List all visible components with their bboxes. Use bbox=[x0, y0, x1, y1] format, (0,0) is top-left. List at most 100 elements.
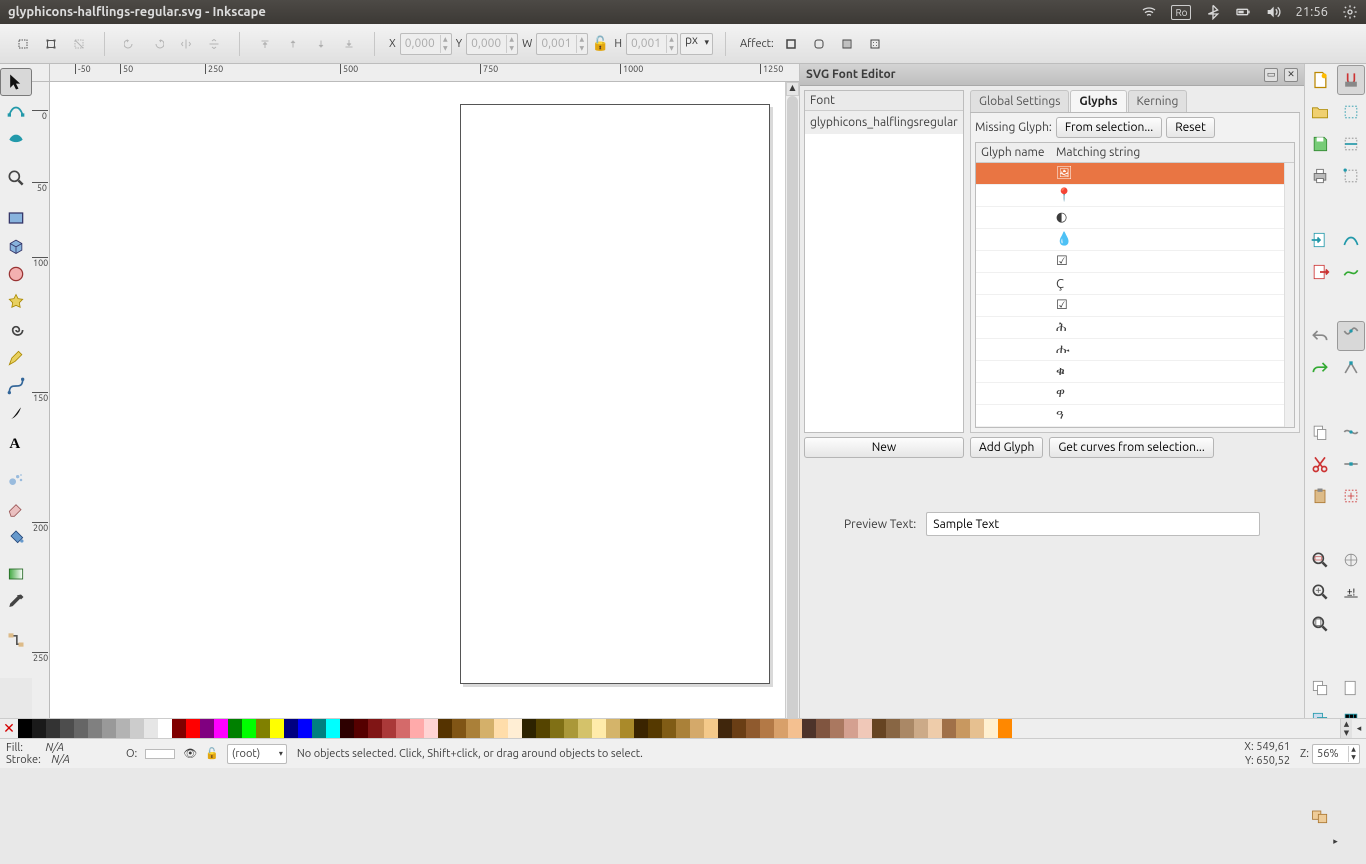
redo-button[interactable] bbox=[1306, 353, 1335, 383]
vertical-scrollbar[interactable]: ▲▼ bbox=[785, 82, 799, 752]
layer-lock-icon[interactable]: 🔓 bbox=[205, 747, 219, 760]
palette-menu-icon[interactable]: ◂ bbox=[1352, 719, 1366, 738]
volume-icon[interactable] bbox=[1265, 4, 1281, 20]
glyph-row[interactable]: 📍 bbox=[976, 185, 1294, 207]
panel-close-icon[interactable]: ✕ bbox=[1284, 68, 1298, 82]
snap-cusp-node-button[interactable] bbox=[1337, 353, 1366, 383]
color-swatch[interactable] bbox=[718, 719, 732, 738]
no-color-swatch[interactable]: ✕ bbox=[0, 719, 18, 738]
zoom-drawing-button[interactable] bbox=[1306, 577, 1335, 607]
snap-node-button[interactable] bbox=[1337, 225, 1366, 255]
select-all-layers-button[interactable] bbox=[10, 31, 36, 57]
copy-button[interactable] bbox=[1306, 417, 1335, 447]
wifi-icon[interactable] bbox=[1141, 4, 1157, 20]
panel-minimize-icon[interactable]: ▭ bbox=[1264, 68, 1278, 82]
color-swatch[interactable] bbox=[102, 719, 116, 738]
color-swatch[interactable] bbox=[914, 719, 928, 738]
spiral-tool[interactable] bbox=[0, 316, 32, 344]
print-button[interactable] bbox=[1306, 161, 1335, 191]
color-swatch[interactable] bbox=[452, 719, 466, 738]
snap-smooth-node-button[interactable] bbox=[1337, 417, 1366, 447]
rotate-ccw-button[interactable] bbox=[117, 31, 143, 57]
snap-toggle-button[interactable] bbox=[1337, 65, 1366, 95]
paint-bucket-tool[interactable] bbox=[0, 522, 32, 550]
toolbar-overflow-icon[interactable]: ▸ bbox=[1305, 832, 1366, 864]
3d-box-tool[interactable] bbox=[0, 232, 32, 260]
color-swatch[interactable] bbox=[508, 719, 522, 738]
glyph-row[interactable]: ዓ bbox=[976, 405, 1294, 427]
rotate-cw-button[interactable] bbox=[145, 31, 171, 57]
color-swatch[interactable] bbox=[928, 719, 942, 738]
color-swatch[interactable] bbox=[130, 719, 144, 738]
snap-object-center-button[interactable] bbox=[1337, 481, 1366, 511]
color-swatch[interactable] bbox=[88, 719, 102, 738]
color-swatch[interactable] bbox=[606, 719, 620, 738]
color-swatch[interactable] bbox=[270, 719, 284, 738]
color-swatch[interactable] bbox=[228, 719, 242, 738]
undo-button[interactable] bbox=[1306, 321, 1335, 351]
export-button[interactable] bbox=[1306, 257, 1335, 287]
text-tool[interactable]: A bbox=[0, 428, 32, 456]
snap-rotation-center-button[interactable] bbox=[1337, 545, 1366, 575]
spray-tool[interactable] bbox=[0, 466, 32, 494]
affect-pattern-button[interactable] bbox=[862, 31, 888, 57]
glyph-row[interactable]: 🖼 bbox=[976, 163, 1294, 185]
fill-value[interactable]: N/A bbox=[45, 742, 64, 754]
color-swatch[interactable] bbox=[284, 719, 298, 738]
color-swatch[interactable] bbox=[256, 719, 270, 738]
stroke-value[interactable]: N/A bbox=[51, 754, 70, 766]
color-swatch[interactable] bbox=[732, 719, 746, 738]
color-swatch[interactable] bbox=[620, 719, 634, 738]
calligraphy-tool[interactable] bbox=[0, 400, 32, 428]
ruler-vertical[interactable]: 050100150200250 bbox=[32, 82, 50, 752]
new-font-button[interactable]: New bbox=[804, 437, 964, 458]
selector-tool[interactable] bbox=[0, 68, 32, 96]
color-swatch[interactable] bbox=[704, 719, 718, 738]
lock-aspect-icon[interactable]: 🔓 bbox=[590, 35, 610, 52]
gradient-tool[interactable] bbox=[0, 560, 32, 588]
color-swatch[interactable] bbox=[690, 719, 704, 738]
glyph-row[interactable]: ሑ bbox=[976, 339, 1294, 361]
color-swatch[interactable] bbox=[382, 719, 396, 738]
color-swatch[interactable] bbox=[60, 719, 74, 738]
color-swatch[interactable] bbox=[32, 719, 46, 738]
color-swatch[interactable] bbox=[480, 719, 494, 738]
color-swatch[interactable] bbox=[368, 719, 382, 738]
color-swatch[interactable] bbox=[396, 719, 410, 738]
color-swatch[interactable] bbox=[186, 719, 200, 738]
color-swatch[interactable] bbox=[942, 719, 956, 738]
color-swatch[interactable] bbox=[746, 719, 760, 738]
keyboard-layout-indicator[interactable]: Ro bbox=[1171, 5, 1191, 20]
glyph-row[interactable]: ቁ bbox=[976, 361, 1294, 383]
snap-bbox-edge-button[interactable] bbox=[1337, 129, 1366, 159]
color-swatch[interactable] bbox=[74, 719, 88, 738]
rectangle-tool[interactable] bbox=[0, 204, 32, 232]
palette-scroll[interactable]: ▲▼ bbox=[1340, 719, 1352, 738]
h-input[interactable]: 0,001▲▼ bbox=[626, 33, 678, 55]
opacity-slider[interactable] bbox=[145, 749, 175, 759]
glyph-row[interactable]: ☑ bbox=[976, 251, 1294, 273]
bluetooth-icon[interactable] bbox=[1205, 4, 1221, 20]
color-swatch[interactable] bbox=[662, 719, 676, 738]
snap-bbox-corner-button[interactable] bbox=[1337, 161, 1366, 191]
glyph-scrollbar[interactable] bbox=[1284, 163, 1294, 427]
color-swatch[interactable] bbox=[326, 719, 340, 738]
color-swatch[interactable] bbox=[830, 719, 844, 738]
color-swatch[interactable] bbox=[872, 719, 886, 738]
color-swatch[interactable] bbox=[172, 719, 186, 738]
color-swatch[interactable] bbox=[200, 719, 214, 738]
node-tool[interactable]: ▸ bbox=[0, 96, 32, 124]
ruler-origin[interactable] bbox=[32, 64, 50, 82]
color-swatch[interactable] bbox=[984, 719, 998, 738]
raise-button[interactable] bbox=[280, 31, 306, 57]
tab-global-settings[interactable]: Global Settings bbox=[970, 90, 1069, 112]
color-swatch[interactable] bbox=[298, 719, 312, 738]
y-input[interactable]: 0,000▲▼ bbox=[466, 33, 518, 55]
ruler-horizontal[interactable]: -505025050075010001250 bbox=[50, 64, 785, 82]
pencil-tool[interactable] bbox=[0, 344, 32, 372]
color-swatch[interactable] bbox=[900, 719, 914, 738]
layer-select[interactable]: (root) bbox=[227, 744, 287, 764]
select-bbox-button[interactable] bbox=[38, 31, 64, 57]
color-swatch[interactable] bbox=[466, 719, 480, 738]
settings-gear-icon[interactable] bbox=[1342, 4, 1358, 20]
